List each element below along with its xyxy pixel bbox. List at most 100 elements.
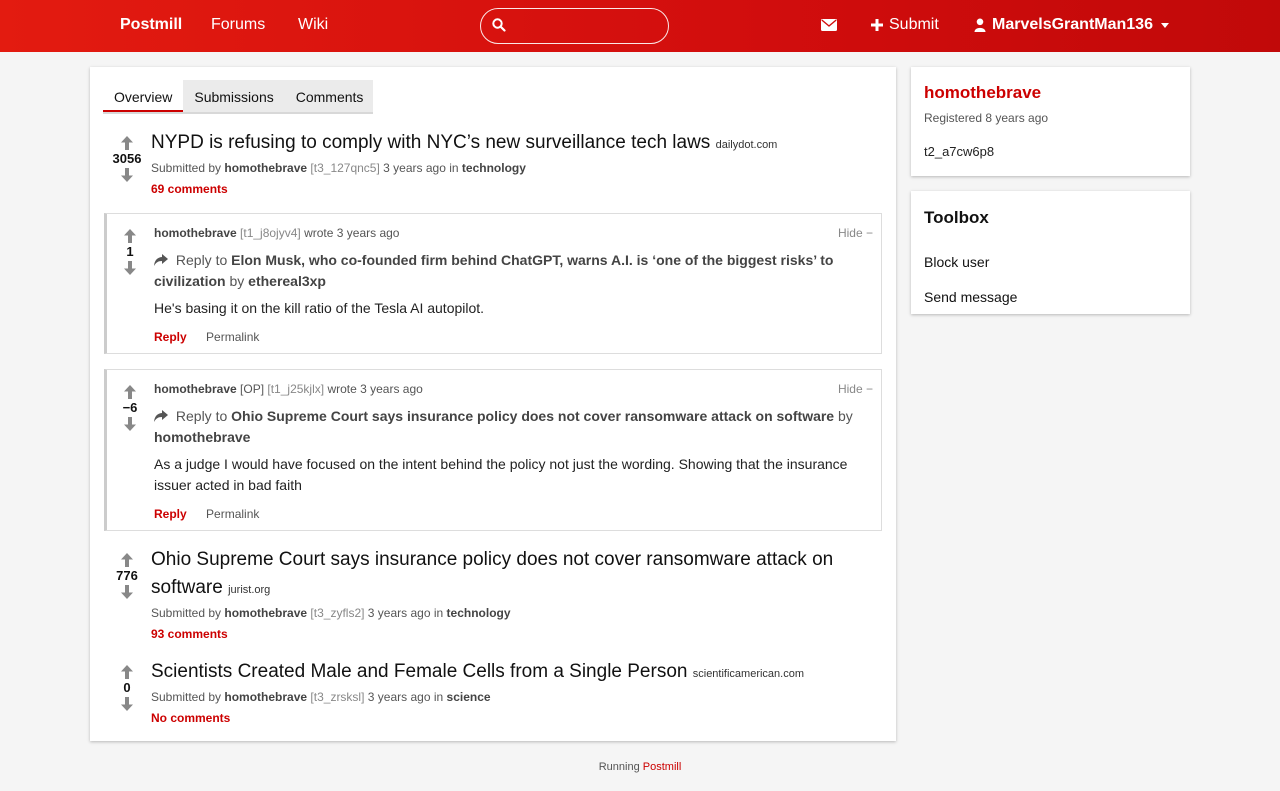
submission-title: Ohio Supreme Court says insurance policy…	[151, 546, 851, 604]
comments-link[interactable]: 69 comments	[151, 182, 228, 196]
upvote-icon[interactable]	[124, 385, 136, 399]
footer-prefix: Running	[598, 761, 640, 773]
vote-widget: 776	[109, 553, 145, 599]
in-label: in	[449, 161, 459, 175]
op-badge: [OP]	[240, 382, 265, 396]
top-navbar: Postmill Forums Wiki Submit MarvelsGrant…	[0, 0, 1280, 52]
search-box[interactable]	[480, 8, 669, 44]
tab-comments[interactable]: Comments	[285, 80, 375, 112]
submit-label: Submit	[889, 16, 939, 33]
upvote-icon[interactable]	[121, 665, 133, 679]
by-label: by	[838, 408, 853, 424]
reply-button[interactable]: Reply	[154, 507, 187, 521]
reply-context: Reply to Elon Musk, who co-founded firm …	[154, 250, 874, 292]
user-menu-button[interactable]: MarvelsGrantMan136	[974, 16, 1169, 34]
caret-down-icon	[1160, 22, 1169, 28]
vote-widget: −6	[112, 385, 148, 431]
comment-card: −6 homothebrave [OP] [t1_j25kjlx] wrote …	[104, 369, 882, 531]
search-input[interactable]	[513, 15, 658, 37]
comment-id: [t1_j25kjlx]	[267, 382, 325, 396]
author-link[interactable]: homothebrave	[224, 690, 307, 704]
submission-id: [t3_zrsksl]	[310, 690, 365, 704]
reply-to-label: Reply to	[175, 408, 228, 424]
submission-title: Scientists Created Male and Female Cells…	[151, 658, 804, 688]
user-info-card: homothebrave Registered 8 years ago t2_a…	[911, 67, 1190, 176]
reply-arrow-icon	[154, 410, 168, 422]
comment-card: 1 homothebrave [t1_j8ojyv4] wrote 3 year…	[104, 213, 882, 354]
plus-icon	[871, 19, 883, 31]
submission-meta: Submitted by homothebrave [t3_zyfls2] 3 …	[151, 606, 511, 620]
forum-link[interactable]: science	[447, 690, 491, 704]
user-menu-label: MarvelsGrantMan136	[992, 16, 1153, 33]
author-link[interactable]: homothebrave	[224, 161, 307, 175]
submit-button[interactable]: Submit	[871, 16, 939, 34]
comment-time: wrote 3 years ago	[327, 382, 423, 396]
submission-id: [t3_zyfls2]	[310, 606, 365, 620]
envelope-icon[interactable]	[821, 18, 837, 32]
author-link[interactable]: homothebrave	[224, 606, 307, 620]
tab-submissions[interactable]: Submissions	[183, 80, 284, 112]
main-content: Overview Submissions Comments 3056 NYPD …	[90, 67, 896, 741]
upvote-icon[interactable]	[121, 553, 133, 567]
submission-domain: jurist.org	[228, 584, 271, 596]
downvote-icon[interactable]	[124, 261, 136, 275]
permalink[interactable]: Permalink	[206, 507, 259, 521]
reply-author-link[interactable]: ethereal3xp	[248, 273, 326, 289]
reply-context: Reply to Ohio Supreme Court says insuran…	[154, 406, 874, 448]
vote-widget: 3056	[109, 136, 145, 182]
submission-meta: Submitted by homothebrave [t3_zrsksl] 3 …	[151, 690, 491, 704]
in-label: in	[433, 606, 444, 620]
tab-overview[interactable]: Overview	[103, 80, 184, 112]
permalink[interactable]: Permalink	[206, 330, 259, 344]
toolbox-card: Toolbox Block user Send message	[911, 191, 1190, 314]
send-message-button[interactable]: Send message	[924, 289, 1017, 305]
nav-forums[interactable]: Forums	[211, 16, 265, 34]
upvote-icon[interactable]	[124, 229, 136, 243]
hide-comment-button[interactable]: Hide −	[838, 382, 873, 396]
vote-widget: 1	[112, 229, 148, 275]
toolbox-title: Toolbox	[924, 208, 989, 227]
search-icon	[492, 18, 506, 32]
submission-domain: scientificamerican.com	[692, 668, 805, 680]
upvote-icon[interactable]	[121, 136, 133, 150]
profile-tabs: Overview Submissions Comments	[103, 80, 373, 114]
submission-id: [t3_127qnc5]	[310, 161, 380, 175]
timestamp: 3 years ago	[383, 161, 446, 175]
submitted-by-label: Submitted by	[151, 161, 222, 175]
sidebar-username[interactable]: homothebrave	[924, 83, 1041, 103]
comment-body: He's basing it on the kill ratio of the …	[154, 300, 485, 316]
reply-button[interactable]: Reply	[154, 330, 187, 344]
downvote-icon[interactable]	[121, 168, 133, 182]
downvote-icon[interactable]	[121, 585, 133, 599]
submission-title: NYPD is refusing to comply with NYC’s ne…	[151, 129, 777, 159]
footer-postmill-link[interactable]: Postmill	[643, 761, 682, 773]
comments-link[interactable]: No comments	[151, 711, 230, 725]
score: 3056	[112, 151, 142, 166]
submission-link[interactable]: Scientists Created Male and Female Cells…	[151, 661, 687, 682]
submission-link[interactable]: NYPD is refusing to comply with NYC’s ne…	[151, 132, 710, 153]
forum-link[interactable]: technology	[462, 161, 526, 175]
submission-domain: dailydot.com	[715, 139, 778, 151]
submitted-by-label: Submitted by	[151, 690, 222, 704]
reply-title-link[interactable]: Ohio Supreme Court says insurance policy…	[231, 408, 834, 424]
reply-to-label: Reply to	[175, 252, 228, 268]
in-label: in	[433, 690, 444, 704]
block-user-button[interactable]: Block user	[924, 254, 989, 270]
score: 1	[126, 244, 134, 259]
brand-link[interactable]: Postmill	[120, 16, 182, 34]
forum-link[interactable]: technology	[447, 606, 511, 620]
downvote-icon[interactable]	[121, 697, 133, 711]
reply-author-link[interactable]: homothebrave	[154, 429, 250, 445]
hide-comment-button[interactable]: Hide −	[838, 226, 873, 240]
comment-author-link[interactable]: homothebrave	[154, 226, 237, 240]
by-label: by	[229, 273, 245, 289]
score: −6	[122, 400, 138, 415]
user-id: t2_a7cw6p8	[924, 144, 995, 159]
comment-author-link[interactable]: homothebrave	[154, 382, 237, 396]
downvote-icon[interactable]	[124, 417, 136, 431]
comment-actions: Reply Permalink	[154, 330, 259, 344]
score: 776	[116, 568, 138, 583]
score: 0	[123, 680, 131, 695]
nav-wiki[interactable]: Wiki	[298, 16, 328, 34]
comments-link[interactable]: 93 comments	[151, 627, 228, 641]
